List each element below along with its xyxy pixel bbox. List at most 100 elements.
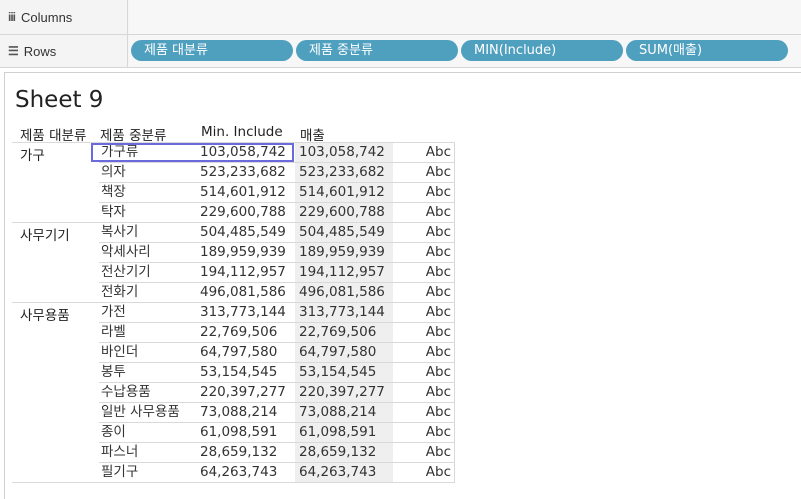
subcategory-cell[interactable]: 바인더 [99,343,199,363]
min-include-cell[interactable]: 73,088,214 [199,403,295,423]
subcategory-cell[interactable]: 책장 [99,183,199,203]
sales-cell[interactable]: 53,154,545 [295,363,393,383]
sales-cell[interactable]: 313,773,144 [295,303,393,323]
abc-cell[interactable]: Abc [393,423,455,443]
header-min-include[interactable]: Min. Include [201,124,283,140]
table-row[interactable]: 봉투 53,154,545 53,154,545 Abc [5,363,455,383]
sales-cell[interactable]: 22,769,506 [295,323,393,343]
abc-cell[interactable]: Abc [393,323,455,343]
rows-label: Rows [23,43,57,59]
min-include-cell[interactable]: 523,233,682 [199,163,295,183]
abc-cell[interactable]: Abc [393,363,455,383]
subcategory-cell[interactable]: 파스너 [99,443,199,463]
abc-cell[interactable]: Abc [393,403,455,423]
min-include-cell[interactable]: 220,397,277 [199,383,295,403]
subcategory-cell[interactable]: 수납용품 [99,383,199,403]
sales-cell[interactable]: 504,485,549 [295,223,393,243]
columns-shelf-label: iii Columns [0,0,128,34]
abc-cell[interactable]: Abc [393,163,455,183]
sales-cell[interactable]: 514,601,912 [295,183,393,203]
subcategory-cell[interactable]: 일반 사무용품 [99,403,199,423]
abc-cell[interactable]: Abc [393,143,455,163]
table-row[interactable]: 파스너 28,659,132 28,659,132 Abc [5,443,455,463]
sales-cell[interactable]: 194,112,957 [295,263,393,283]
sales-cell[interactable]: 496,081,586 [295,283,393,303]
sales-cell[interactable]: 103,058,742 [295,143,393,163]
pill-category[interactable]: 제품 대분류 [131,40,293,61]
header-subcategory[interactable]: 제품 중분류 [100,124,166,144]
abc-cell[interactable]: Abc [393,463,455,483]
subcategory-cell[interactable]: 라벨 [99,323,199,343]
columns-shelf[interactable]: iii Columns [0,0,801,35]
min-include-cell[interactable]: 22,769,506 [199,323,295,343]
subcategory-cell[interactable]: 가전 [99,303,199,323]
subcategory-cell[interactable]: 탁자 [99,203,199,223]
abc-cell[interactable]: Abc [393,183,455,203]
min-include-cell[interactable]: 64,263,743 [199,463,295,483]
abc-cell[interactable]: Abc [393,443,455,463]
rows-drop-area[interactable]: 제품 대분류 제품 중분류 MIN(Include) SUM(매출) [129,35,801,67]
sheet-title: Sheet 9 [15,87,104,113]
subcategory-cell[interactable]: 의자 [99,163,199,183]
header-category[interactable]: 제품 대분류 [20,124,86,144]
abc-cell[interactable]: Abc [393,203,455,223]
worksheet-canvas[interactable]: Sheet 9 제품 대분류 제품 중분류 Min. Include 매출 가구… [4,72,801,499]
table-row[interactable]: 의자 523,233,682 523,233,682 Abc [5,163,455,183]
min-include-cell[interactable]: 313,773,144 [199,303,295,323]
subcategory-cell[interactable]: 복사기 [99,223,199,243]
table-row[interactable]: 라벨 22,769,506 22,769,506 Abc [5,323,455,343]
table-row[interactable]: 복사기 504,485,549 504,485,549 Abc [5,223,455,243]
abc-cell[interactable]: Abc [393,283,455,303]
pill-sum-sales[interactable]: SUM(매출) [626,40,788,61]
subcategory-cell[interactable]: 전화기 [99,283,199,303]
sales-cell[interactable]: 28,659,132 [295,443,393,463]
rows-shelf[interactable]: ☰ Rows 제품 대분류 제품 중분류 MIN(Include) SUM(매출… [0,35,801,68]
table-row[interactable]: 책장 514,601,912 514,601,912 Abc [5,183,455,203]
table-row[interactable]: 수납용품 220,397,277 220,397,277 Abc [5,383,455,403]
table-row[interactable]: 전산기기 194,112,957 194,112,957 Abc [5,263,455,283]
min-include-cell[interactable]: 28,659,132 [199,443,295,463]
subcategory-cell[interactable]: 종이 [99,423,199,443]
min-include-cell[interactable]: 53,154,545 [199,363,295,383]
abc-cell[interactable]: Abc [393,343,455,363]
abc-cell[interactable]: Abc [393,303,455,323]
row-divider [99,482,455,483]
table-row[interactable]: 종이 61,098,591 61,098,591 Abc [5,423,455,443]
abc-cell[interactable]: Abc [393,243,455,263]
table-row[interactable]: 전화기 496,081,586 496,081,586 Abc [5,283,455,303]
min-include-cell[interactable]: 229,600,788 [199,203,295,223]
columns-drop-area[interactable] [129,0,801,34]
abc-cell[interactable]: Abc [393,223,455,243]
table-row[interactable]: 필기구 64,263,743 64,263,743 Abc [5,463,455,483]
sales-cell[interactable]: 220,397,277 [295,383,393,403]
table-row[interactable]: 일반 사무용품 73,088,214 73,088,214 Abc [5,403,455,423]
sales-cell[interactable]: 61,098,591 [295,423,393,443]
subcategory-cell[interactable]: 필기구 [99,463,199,483]
sales-cell[interactable]: 64,263,743 [295,463,393,483]
subcategory-cell[interactable]: 악세사리 [99,243,199,263]
abc-cell[interactable]: Abc [393,383,455,403]
abc-cell[interactable]: Abc [393,263,455,283]
subcategory-cell[interactable]: 봉투 [99,363,199,383]
table-row[interactable]: 가전 313,773,144 313,773,144 Abc [5,303,455,323]
sales-cell[interactable]: 523,233,682 [295,163,393,183]
sales-cell[interactable]: 64,797,580 [295,343,393,363]
min-include-cell[interactable]: 504,485,549 [199,223,295,243]
sales-cell[interactable]: 73,088,214 [295,403,393,423]
table-row[interactable]: 탁자 229,600,788 229,600,788 Abc [5,203,455,223]
subcategory-cell[interactable]: 전산기기 [99,263,199,283]
min-include-cell[interactable]: 61,098,591 [199,423,295,443]
table-row[interactable]: 바인더 64,797,580 64,797,580 Abc [5,343,455,363]
table-row[interactable]: 악세사리 189,959,939 189,959,939 Abc [5,243,455,263]
min-include-cell[interactable]: 194,112,957 [199,263,295,283]
min-include-cell[interactable]: 496,081,586 [199,283,295,303]
pill-subcategory[interactable]: 제품 중분류 [296,40,458,61]
header-sales[interactable]: 매출 [300,124,325,144]
min-include-cell[interactable]: 64,797,580 [199,343,295,363]
sales-cell[interactable]: 229,600,788 [295,203,393,223]
min-include-cell[interactable]: 514,601,912 [199,183,295,203]
columns-label: Columns [21,9,73,25]
pill-min-include[interactable]: MIN(Include) [461,40,623,61]
min-include-cell[interactable]: 189,959,939 [199,243,295,263]
sales-cell[interactable]: 189,959,939 [295,243,393,263]
